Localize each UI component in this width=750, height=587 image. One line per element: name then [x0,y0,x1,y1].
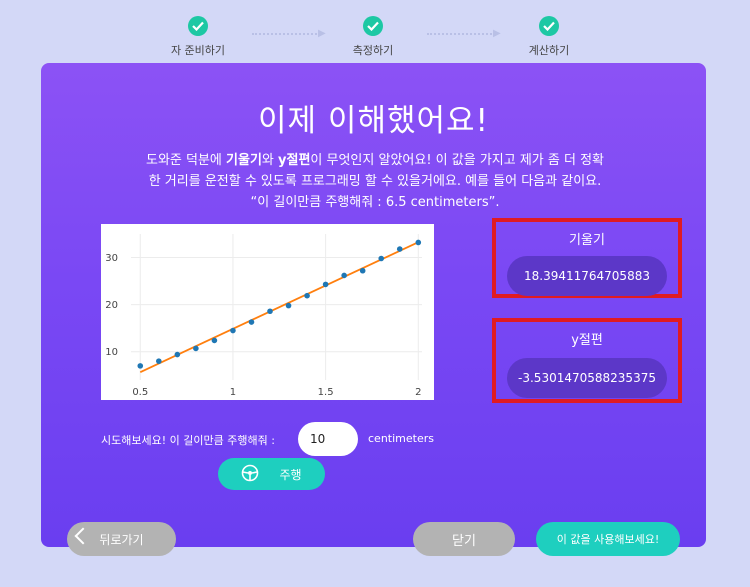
data-point [174,351,181,358]
intercept-result-box: y절편 -3.5301470588235375 [492,318,682,403]
data-point [211,337,218,344]
x-tick-label: 1.5 [318,387,334,398]
use-label: 이 값을 사용해보세요! [556,533,660,546]
desc-text: 이 무엇인지 알았어요! 이 값을 가지고 제가 좀 더 정확 [310,153,604,168]
slope-result-box: 기울기 18.39411764705883 [492,218,682,298]
data-point [341,272,347,279]
run-label: 주행 [279,467,302,482]
desc-text: 도와준 덕분에 [146,153,227,168]
desc-line-2: 한 거리를 운전할 수 있도록 프로그래밍 할 수 있을거에요. 예를 들어 다… [148,174,602,189]
data-point [396,246,403,252]
slope-value: 18.39411764705883 [507,256,667,296]
steering-wheel-icon [241,464,259,485]
slope-title: 기울기 [569,233,605,248]
data-point [137,363,144,369]
x-tick-label: 1 [230,387,236,398]
close-label: 닫기 [452,533,476,549]
step-calculate: 계산하기 [489,16,609,58]
data-point [156,358,162,364]
check-icon [363,16,383,36]
chevron-left-icon [74,527,92,545]
data-point [304,292,310,299]
step-label: 자 준비하기 [170,44,226,57]
check-icon [188,16,208,36]
step-prepare-ruler: 자 준비하기 [138,16,258,58]
close-button[interactable]: 닫기 [413,522,515,556]
chart-svg: 0.5 1 1.5 2 10 20 30 [105,234,422,398]
desc-text: 와 [261,153,279,168]
regression-chart: 0.5 1 1.5 2 10 20 30 [101,224,434,400]
distance-input[interactable] [298,422,358,456]
data-point [415,239,422,246]
data-point [359,267,366,274]
step-connector [252,33,320,35]
back-button[interactable]: 뒤로가기 [67,522,176,556]
data-point [285,302,292,309]
progress-stepper: 자 준비하기 ▶ 측정하기 ▶ 계산하기 [0,0,750,60]
data-point [230,327,236,334]
y-tick-label: 20 [105,300,118,311]
data-point [267,308,273,315]
step-connector [427,33,495,35]
data-point [248,319,255,325]
data-point [322,281,329,288]
desc-bold-intercept: y절편 [278,153,311,168]
page-title: 이제 이해했어요! [258,103,489,139]
step-label: 계산하기 [528,44,570,57]
unit-label: centimeters [368,432,434,445]
data-point [193,345,199,352]
back-label: 뒤로가기 [99,532,144,547]
y-tick-label: 30 [105,253,118,264]
run-button[interactable]: 주행 [218,458,325,490]
step-label: 측정하기 [352,44,394,57]
try-label: 시도해보세요! 이 길이만큼 주행해줘 : [101,434,275,447]
step-measure: 측정하기 [313,16,433,58]
desc-line-3: “이 길이만큼 주행해줘 : 6.5 centimeters”. [250,195,500,210]
check-icon [539,16,559,36]
x-tick-label: 2 [415,387,421,398]
fit-line [139,241,419,373]
data-point [378,255,385,262]
intercept-value: -3.5301470588235375 [507,358,667,398]
y-tick-label: 10 [105,347,118,358]
desc-bold-slope: 기울기 [226,153,262,168]
description: 도와준 덕분에 기울기와 y절편이 무엇인지 알았어요! 이 값을 가지고 제가… [80,150,670,213]
use-values-button[interactable]: 이 값을 사용해보세요! [536,522,680,556]
intercept-title: y절편 [571,333,603,348]
x-tick-label: 0.5 [132,387,148,398]
